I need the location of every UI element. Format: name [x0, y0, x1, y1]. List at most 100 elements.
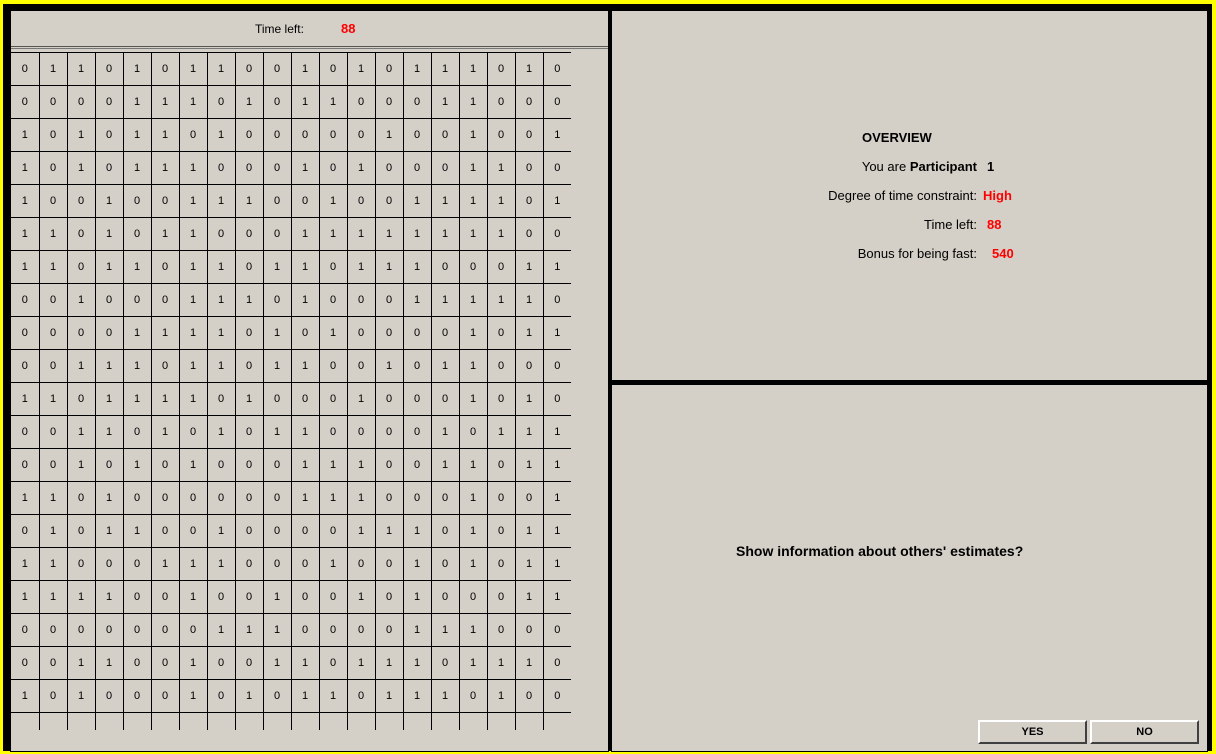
grid-cell: 1	[11, 382, 39, 416]
grid-cell: 1	[458, 382, 487, 416]
grid-cell: 1	[514, 52, 543, 86]
grid-cell: 0	[206, 217, 235, 251]
grid-row: 10101110001010001100	[11, 151, 571, 185]
grid-cell: 1	[11, 679, 39, 713]
grid-cell: 0	[178, 514, 207, 548]
grid-cell: 0	[318, 151, 347, 185]
grid-cell: 0	[234, 52, 263, 86]
no-button[interactable]: NO	[1090, 720, 1199, 744]
grid-cell: 0	[262, 679, 291, 713]
grid-cell: 1	[318, 217, 347, 251]
grid-cell: 1	[458, 283, 487, 317]
grid-cell: 1	[122, 151, 151, 185]
grid-cell: 0	[38, 283, 67, 317]
grid-cell: 0	[290, 184, 319, 218]
grid-cell: 0	[94, 283, 123, 317]
grid-cell: 1	[178, 382, 207, 416]
grid-cell: 1	[542, 250, 571, 284]
grid-cell: 0	[122, 481, 151, 515]
grid-cell: 0	[542, 283, 571, 317]
grid-cell: 1	[374, 250, 403, 284]
grid-cell: 0	[150, 613, 179, 647]
grid-cell: 1	[206, 613, 235, 647]
grid-row: 10010011100100111101	[11, 184, 571, 218]
grid-cell: 1	[122, 250, 151, 284]
grid-cell	[150, 712, 179, 730]
grid-cell: 0	[430, 316, 459, 350]
yes-button[interactable]: YES	[978, 720, 1087, 744]
grid-cell: 1	[402, 283, 431, 317]
grid-cell: 0	[150, 52, 179, 86]
grid-cell: 0	[486, 118, 515, 152]
grid-cell: 0	[66, 547, 95, 581]
grid-cell	[94, 712, 123, 730]
grid-cell: 1	[346, 250, 375, 284]
grid-cell: 1	[402, 514, 431, 548]
grid-cell: 0	[206, 85, 235, 119]
grid-cell: 0	[402, 349, 431, 383]
grid-cell: 0	[346, 613, 375, 647]
grid-cell	[458, 712, 487, 730]
grid-cell: 1	[374, 118, 403, 152]
grid-cell: 0	[11, 646, 39, 680]
grid-cell: 1	[486, 217, 515, 251]
grid-cell: 0	[374, 85, 403, 119]
grid-cell: 0	[122, 415, 151, 449]
grid-cell: 1	[402, 52, 431, 86]
grid-cell: 1	[206, 283, 235, 317]
grid-cell: 1	[150, 85, 179, 119]
grid-cell: 1	[122, 448, 151, 482]
grid-row: 00001110101100011000	[11, 85, 571, 119]
grid-cell: 1	[262, 646, 291, 680]
grid-cell: 1	[150, 547, 179, 581]
grid-cell: 1	[514, 448, 543, 482]
grid-cell: 1	[122, 52, 151, 86]
grid-cell: 1	[38, 382, 67, 416]
grid-cell: 0	[486, 580, 515, 614]
grid-cell: 0	[542, 613, 571, 647]
grid-cell: 0	[346, 283, 375, 317]
grid-cell: 1	[206, 349, 235, 383]
grid-cell: 1	[542, 184, 571, 218]
grid-cell: 1	[66, 349, 95, 383]
grid-cell: 0	[11, 283, 39, 317]
grid-row: 11011110100010001010	[11, 382, 571, 416]
grid-cell: 0	[486, 514, 515, 548]
grid-cell: 0	[206, 679, 235, 713]
grid-cell: 0	[66, 481, 95, 515]
grid-cell: 1	[290, 349, 319, 383]
grid-cell	[234, 712, 263, 730]
grid-cell: 1	[430, 613, 459, 647]
grid-cell: 0	[318, 283, 347, 317]
grid-cell: 0	[94, 547, 123, 581]
grid-cell	[514, 712, 543, 730]
grid-cell	[402, 712, 431, 730]
grid-cell: 0	[206, 448, 235, 482]
grid-cell	[38, 712, 67, 730]
grid-cell: 1	[11, 250, 39, 284]
grid-cell: 1	[66, 52, 95, 86]
grid-row: 10100010101101110100	[11, 679, 571, 713]
grid-cell: 0	[206, 481, 235, 515]
grid-cell: 0	[262, 514, 291, 548]
grid-cell: 0	[234, 415, 263, 449]
grid-cell: 1	[122, 382, 151, 416]
grid-cell: 0	[514, 118, 543, 152]
grid-cell: 1	[178, 547, 207, 581]
grid-cell: 0	[94, 118, 123, 152]
grid-cell: 0	[402, 118, 431, 152]
grid-cell: 1	[374, 646, 403, 680]
grid-cell: 1	[346, 217, 375, 251]
grid-cell: 0	[262, 85, 291, 119]
grid-cell: 0	[206, 646, 235, 680]
grid-cell: 0	[514, 151, 543, 185]
grid-cell: 0	[486, 547, 515, 581]
grid-cell: 0	[486, 382, 515, 416]
grid-cell: 0	[514, 679, 543, 713]
grid-cell	[66, 712, 95, 730]
grid-cell: 0	[374, 547, 403, 581]
grid-cell: 0	[542, 646, 571, 680]
grid-cell: 1	[374, 514, 403, 548]
grid-cell: 1	[234, 679, 263, 713]
grid-row: 00101010001110011011	[11, 448, 571, 482]
